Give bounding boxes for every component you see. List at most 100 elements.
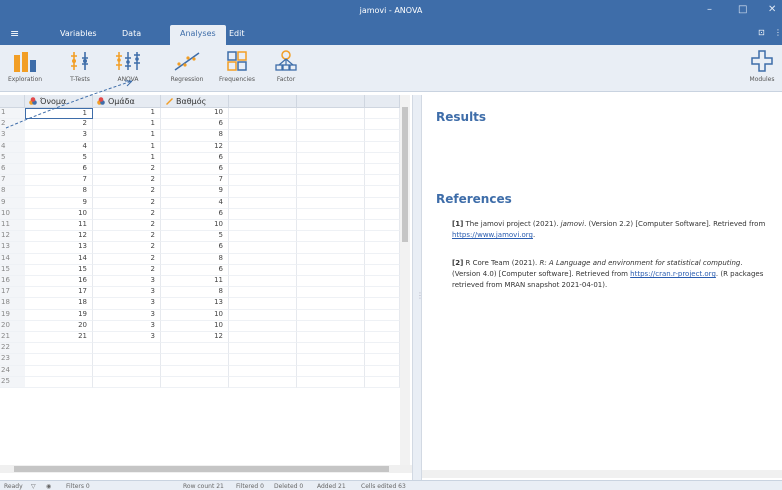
scroll-thumb[interactable] [14,466,389,472]
row-number[interactable]: 24 [0,365,25,377]
table-cell[interactable] [229,108,297,120]
table-cell[interactable] [297,320,365,332]
table-cell[interactable]: 12 [25,231,93,243]
results-horizontal-scrollbar[interactable] [422,470,782,478]
table-cell[interactable] [297,365,365,377]
hamburger-menu-icon[interactable]: ≡ [10,27,19,40]
table-cell[interactable]: 7 [25,175,93,187]
table-cell[interactable]: 16 [25,276,93,288]
table-cell[interactable]: 6 [161,119,229,131]
row-number[interactable]: 2 [0,119,25,131]
table-cell[interactable]: 18 [25,298,93,310]
table-cell[interactable] [297,354,365,366]
table-cell[interactable]: 6 [161,152,229,164]
table-cell[interactable] [229,376,297,388]
table-cell[interactable]: 1 [93,130,161,142]
tab-edit[interactable]: Edit [229,29,245,38]
table-cell[interactable] [297,332,365,344]
table-cell[interactable] [297,242,365,254]
row-number[interactable]: 13 [0,242,25,254]
anova-button[interactable]: ANOVA [108,49,148,83]
filter-icon[interactable]: ▽ [31,483,36,490]
table-cell[interactable] [365,141,400,153]
table-cell[interactable] [365,130,400,142]
scroll-thumb[interactable] [402,107,408,242]
table-cell[interactable] [297,264,365,276]
column-header-group[interactable]: Ομάδα [93,95,161,108]
table-cell[interactable] [229,264,297,276]
close-icon[interactable]: ✕ [768,4,776,15]
table-cell[interactable] [365,164,400,176]
table-cell[interactable] [229,186,297,198]
exploration-button[interactable]: Exploration [6,49,44,83]
table-cell[interactable]: 3 [93,332,161,344]
table-cell[interactable]: 11 [25,220,93,232]
eye-icon[interactable]: ◉ [46,483,51,490]
table-cell[interactable] [365,175,400,187]
row-number[interactable]: 5 [0,152,25,164]
table-cell[interactable] [297,343,365,355]
layout-icon[interactable]: ⊡ [758,28,765,37]
table-cell[interactable] [25,365,93,377]
table-cell[interactable]: 14 [25,253,93,265]
table-cell[interactable]: 2 [93,253,161,265]
table-cell[interactable]: 6 [161,264,229,276]
table-cell[interactable]: 2 [93,220,161,232]
table-cell[interactable] [297,152,365,164]
table-cell[interactable] [365,320,400,332]
row-number[interactable]: 9 [0,197,25,209]
table-cell[interactable]: 11 [161,276,229,288]
table-cell[interactable]: 10 [161,108,229,120]
table-cell[interactable] [229,220,297,232]
table-cell[interactable] [229,332,297,344]
table-cell[interactable] [229,208,297,220]
table-cell[interactable]: 12 [161,332,229,344]
table-cell[interactable] [365,298,400,310]
row-number[interactable]: 3 [0,130,25,142]
table-cell[interactable] [229,141,297,153]
table-cell[interactable]: 2 [93,164,161,176]
table-cell[interactable] [297,309,365,321]
table-cell[interactable] [229,343,297,355]
table-cell[interactable] [297,220,365,232]
table-cell[interactable]: 5 [25,152,93,164]
row-number[interactable]: 12 [0,231,25,243]
row-number[interactable]: 16 [0,276,25,288]
table-cell[interactable] [297,287,365,299]
modules-button[interactable]: Modules [744,49,780,83]
table-cell[interactable] [297,253,365,265]
table-cell[interactable] [365,332,400,344]
column-header-empty[interactable] [297,95,365,108]
table-cell[interactable] [297,197,365,209]
row-number[interactable]: 18 [0,298,25,310]
pane-splitter[interactable]: ⋮ [412,95,424,480]
table-cell[interactable]: 17 [25,287,93,299]
table-cell[interactable]: 1 [93,108,161,120]
table-cell[interactable] [229,253,297,265]
row-number[interactable]: 1 [0,108,25,120]
table-cell[interactable] [297,208,365,220]
row-number[interactable]: 21 [0,332,25,344]
table-cell[interactable] [161,376,229,388]
data-spreadsheet[interactable]: Όνομα Ομάδα Βαθμός 1 1 1 10 2 2 1 6 3 3 1 8 4 4 1 12 5 5 1… [0,95,412,480]
table-cell[interactable] [229,152,297,164]
column-header-name[interactable]: Όνομα [25,95,93,108]
table-cell[interactable]: 20 [25,320,93,332]
table-cell[interactable]: 10 [25,208,93,220]
table-cell[interactable] [365,309,400,321]
table-cell[interactable] [365,287,400,299]
table-cell[interactable] [365,365,400,377]
table-cell[interactable]: 8 [161,253,229,265]
row-number[interactable]: 6 [0,164,25,176]
row-number[interactable]: 25 [0,376,25,388]
table-cell[interactable] [229,175,297,187]
table-cell[interactable] [229,130,297,142]
table-cell[interactable]: 2 [93,197,161,209]
table-cell[interactable]: 9 [25,197,93,209]
t-tests-button[interactable]: T-Tests [62,49,98,83]
row-number[interactable]: 8 [0,186,25,198]
table-cell[interactable] [229,320,297,332]
row-number[interactable]: 4 [0,141,25,153]
table-cell[interactable] [365,264,400,276]
table-cell[interactable] [93,343,161,355]
